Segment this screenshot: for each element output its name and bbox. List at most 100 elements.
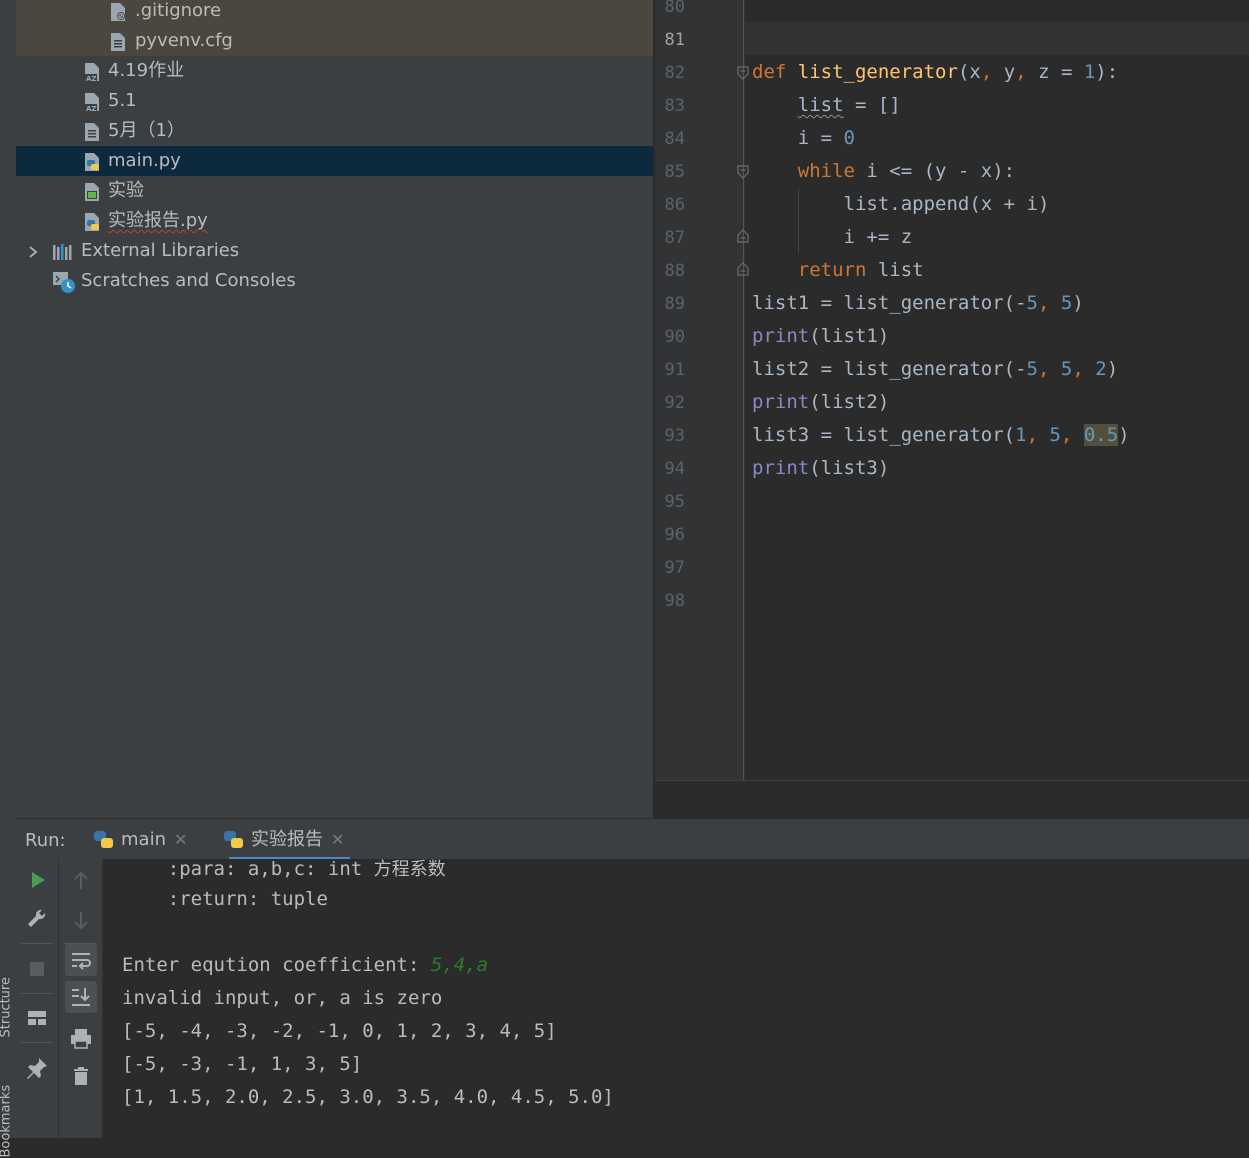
tree-item-gitignore[interactable]: .gitignore xyxy=(16,0,653,26)
fold-end-icon[interactable] xyxy=(737,262,749,276)
line-number: 92 xyxy=(664,393,685,413)
svg-text:AZ: AZ xyxy=(86,105,97,112)
code-line-84[interactable]: i = 0 xyxy=(752,127,855,149)
run-console[interactable]: :para: a,b,c: int 方程系数 :return: tuple En… xyxy=(103,858,1249,1138)
line-number: 94 xyxy=(664,459,685,479)
tree-item-main-py[interactable]: main.py xyxy=(16,146,653,176)
tree-item-label: 5月（1） xyxy=(108,120,185,141)
console-line-error: invalid input, or, a is zero xyxy=(122,987,443,1009)
close-icon[interactable]: ✕ xyxy=(174,830,187,849)
tree-item-report-py[interactable]: 实验报告.py xyxy=(16,206,653,236)
pin-icon[interactable] xyxy=(22,1053,52,1083)
editor-bottom-area xyxy=(655,780,1249,819)
tree-item-label: 4.19作业 xyxy=(108,60,185,81)
python-icon xyxy=(224,831,243,848)
line-number: 83 xyxy=(664,96,685,116)
python-file-icon xyxy=(85,213,99,231)
line-number: 98 xyxy=(664,591,685,611)
code-line-91[interactable]: list2 = list_generator(-5, 5, 2) xyxy=(752,358,1118,380)
run-tab-main[interactable]: main ✕ xyxy=(94,819,187,860)
toolbar-separator xyxy=(21,943,53,944)
run-panel-title: Run: xyxy=(25,830,66,851)
svg-text:AZ: AZ xyxy=(86,75,97,82)
tree-item-label: .gitignore xyxy=(135,0,222,21)
code-line-90[interactable]: print(list1) xyxy=(752,325,889,347)
run-tab-report[interactable]: 实验报告 ✕ xyxy=(224,819,351,860)
project-tree-panel: .gitignore pyvenv.cfg AZ 4.19作业 AZ 5.1 5… xyxy=(16,0,653,818)
line-number: 82 xyxy=(664,63,685,83)
rerun-icon[interactable] xyxy=(22,865,52,895)
trash-icon[interactable] xyxy=(66,1061,96,1091)
code-line-88[interactable]: return list xyxy=(752,259,924,281)
layout-icon[interactable] xyxy=(22,1003,52,1033)
scratches-icon xyxy=(53,272,75,293)
tree-item-label: 5.1 xyxy=(108,90,137,111)
close-icon[interactable]: ✕ xyxy=(331,830,344,849)
run-toolbar-secondary xyxy=(59,859,103,1138)
gitignore-file-icon xyxy=(111,3,125,21)
text-file-icon: AZ xyxy=(85,63,99,82)
line-number: 96 xyxy=(664,525,685,545)
console-line-output: [-5, -3, -1, 1, 3, 5] xyxy=(122,1053,363,1075)
tree-item-5-1[interactable]: AZ 5.1 xyxy=(16,86,653,116)
tree-item-external-libraries[interactable]: External Libraries xyxy=(16,236,653,266)
structure-tool-tab[interactable]: Structure xyxy=(0,958,14,1037)
tree-item-label: External Libraries xyxy=(81,240,240,261)
text-file-icon xyxy=(111,33,125,51)
code-line-87[interactable]: i += z xyxy=(752,226,913,248)
console-line: :return: tuple xyxy=(122,888,328,910)
code-line-86[interactable]: list.append(x + i) xyxy=(752,193,1050,215)
print-icon[interactable] xyxy=(66,1023,96,1053)
line-number-current: 81 xyxy=(664,30,685,50)
tree-item-label: main.py xyxy=(108,150,181,171)
tree-item-label: 实验 xyxy=(108,180,144,201)
line-number: 80 xyxy=(664,0,685,17)
bookmarks-tool-tab[interactable]: Bookmarks xyxy=(0,1078,14,1158)
code-line-92[interactable]: print(list2) xyxy=(752,391,889,413)
run-toolbar-primary xyxy=(16,859,59,1138)
code-line-83[interactable]: list = [] xyxy=(752,94,901,116)
scroll-to-end-icon[interactable] xyxy=(65,981,97,1013)
current-line-highlight xyxy=(745,22,1249,55)
left-tool-strip: Structure Bookmarks xyxy=(0,0,17,1158)
fold-open-icon[interactable] xyxy=(737,66,749,80)
code-editor[interactable]: 80 81 82 83 84 85 86 87 88 89 90 91 92 9… xyxy=(655,0,1249,780)
fold-open-icon[interactable] xyxy=(737,165,749,179)
gutter-divider xyxy=(743,0,744,780)
line-number: 87 xyxy=(664,228,685,248)
console-line-output: [1, 1.5, 2.0, 2.5, 3.0, 3.5, 4.0, 4.5, 5… xyxy=(122,1086,614,1108)
code-line-85[interactable]: while i <= (y - x): xyxy=(752,160,1015,182)
run-tab-label: main xyxy=(121,829,166,850)
soft-wrap-icon[interactable] xyxy=(65,944,97,976)
line-number: 88 xyxy=(664,261,685,281)
code-line-93[interactable]: list3 = list_generator(1, 5, 0.5) xyxy=(752,424,1130,446)
text-file-icon xyxy=(85,123,99,141)
wrench-icon[interactable] xyxy=(22,904,52,934)
chevron-right-icon[interactable] xyxy=(26,242,40,262)
console-line-output: [-5, -4, -3, -2, -1, 0, 1, 2, 3, 4, 5] xyxy=(122,1020,557,1042)
arrow-down-icon[interactable] xyxy=(66,905,96,935)
tree-item-4-19[interactable]: AZ 4.19作业 xyxy=(16,56,653,86)
stop-icon[interactable] xyxy=(22,954,52,984)
console-line-prompt: Enter eqution coefficient: 5,4,a xyxy=(122,954,488,976)
arrow-up-icon[interactable] xyxy=(66,866,96,896)
console-prompt: Enter eqution coefficient: xyxy=(122,954,431,976)
console-text: 方程系数 xyxy=(373,859,446,880)
line-number: 89 xyxy=(664,294,685,314)
code-line-94[interactable]: print(list3) xyxy=(752,457,889,479)
line-number: 95 xyxy=(664,492,685,512)
toolbar-separator xyxy=(21,993,53,994)
tree-item-experiment[interactable]: 实验 xyxy=(16,176,653,206)
line-number: 97 xyxy=(664,558,685,578)
code-line-82[interactable]: def list_generator(x, y, z = 1): xyxy=(752,61,1118,83)
fold-end-icon[interactable] xyxy=(737,229,749,243)
code-line-89[interactable]: list1 = list_generator(-5, 5) xyxy=(752,292,1084,314)
console-user-input: 5,4,a xyxy=(430,954,489,976)
tree-item-scratches[interactable]: Scratches and Consoles xyxy=(16,266,653,296)
tree-item-may[interactable]: 5月（1） xyxy=(16,116,653,146)
line-number: 84 xyxy=(664,129,685,149)
tree-item-pyvenv[interactable]: pyvenv.cfg xyxy=(16,26,653,56)
run-panel-header: Run: main ✕ 实验报告 ✕ xyxy=(16,818,1249,860)
tree-item-label: Scratches and Consoles xyxy=(81,270,296,291)
line-number: 85 xyxy=(664,162,685,182)
